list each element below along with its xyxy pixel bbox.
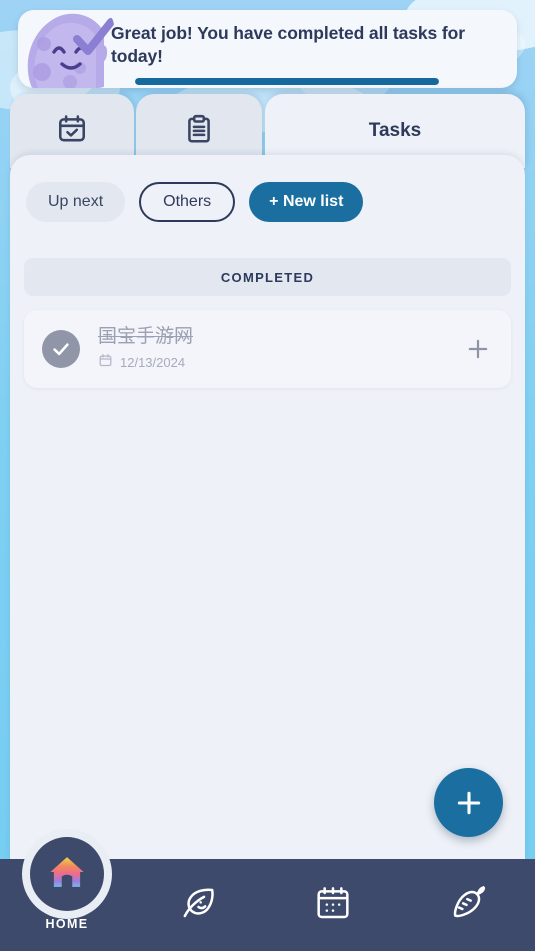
filter-chip-up-next[interactable]: Up next xyxy=(26,182,126,222)
congratulations-banner: Great job! You have completed all tasks … xyxy=(18,10,517,88)
tab-tasks-label: Tasks xyxy=(368,120,422,141)
nav-item-mindful[interactable] xyxy=(167,874,229,936)
calendar-check-icon xyxy=(56,113,88,150)
bottom-navigation: HOME xyxy=(0,829,535,951)
app-root: Great job! You have completed all tasks … xyxy=(0,0,535,951)
purple-blob-mascot-with-checkmark-icon xyxy=(18,10,114,88)
add-task-fab[interactable] xyxy=(434,768,503,837)
nav-item-group xyxy=(130,859,535,951)
check-circle-filled-icon[interactable] xyxy=(42,330,80,368)
task-add-button[interactable] xyxy=(461,332,495,366)
section-header-completed: COMPLETED xyxy=(24,258,511,296)
nav-item-home[interactable] xyxy=(30,837,104,911)
calendar-dots-icon xyxy=(313,883,353,928)
nav-item-calendar[interactable] xyxy=(302,874,364,936)
clipboard-list-icon xyxy=(183,113,215,150)
calendar-small-icon xyxy=(98,353,113,373)
banner-message: Great job! You have completed all tasks … xyxy=(111,23,465,67)
nav-item-home-label: HOME xyxy=(45,917,89,931)
tasks-panel: Up next Others + New list COMPLETED 国宝手游… xyxy=(10,155,525,861)
task-title: 国宝手游网 xyxy=(98,326,194,348)
filter-chip-others[interactable]: Others xyxy=(139,182,236,222)
carrot-icon xyxy=(448,883,488,928)
leaf-smile-icon xyxy=(178,883,218,928)
banner-progress-fill xyxy=(135,78,439,85)
banner-progress-bar xyxy=(135,78,439,85)
rainbow-house-icon xyxy=(46,850,88,898)
task-row[interactable]: 国宝手游网 12/13/2024 xyxy=(24,310,511,388)
task-meta: 12/13/2024 xyxy=(98,353,461,373)
nav-item-nutrition[interactable] xyxy=(437,874,499,936)
task-date: 12/13/2024 xyxy=(120,355,186,371)
filter-chip-row: Up next Others + New list xyxy=(10,155,525,222)
task-body: 国宝手游网 12/13/2024 xyxy=(98,325,461,373)
new-list-button[interactable]: + New list xyxy=(249,182,364,222)
